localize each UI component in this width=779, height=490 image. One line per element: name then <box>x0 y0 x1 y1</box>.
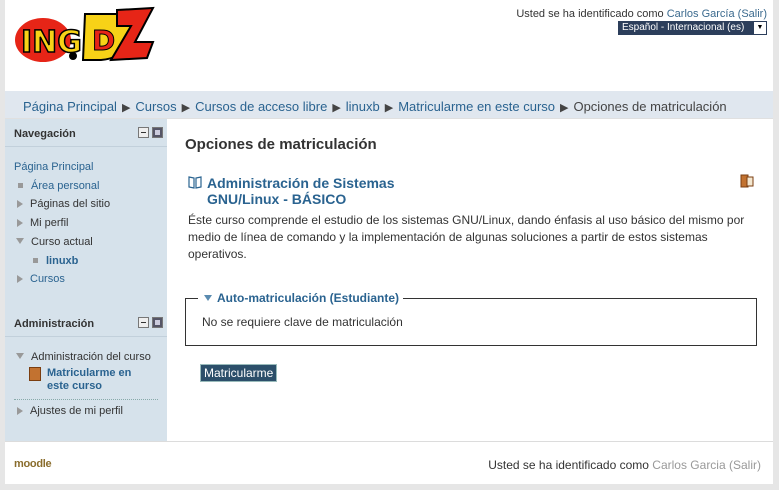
admin-block-title: Administración <box>14 318 95 330</box>
navbar: Página Principal ▶ Cursos ▶ Cursos de acceso… <box>5 91 773 119</box>
hide-block-icon[interactable] <box>138 127 149 138</box>
nav-item-my-profile[interactable]: Mi perfil <box>14 217 69 229</box>
expand-icon <box>17 407 23 415</box>
nav-item-current-course[interactable]: Curso actual <box>14 236 93 248</box>
course-title-line1: Administración de Sistemas <box>207 175 395 191</box>
expand-icon <box>17 219 23 227</box>
navigation-block-body: Página Principal Área personal Páginas d… <box>5 148 167 302</box>
moodle-logo[interactable]: moodle <box>14 458 52 470</box>
breadcrumb-separator-icon: ▶ <box>181 102 191 114</box>
breadcrumb-current: Opciones de matriculación <box>573 99 727 114</box>
course-title-line2: GNU/Linux - BÁSICO <box>207 191 347 207</box>
nav-home[interactable]: Página Principal <box>14 161 94 173</box>
admin-item-course-admin-label: Administración del curso <box>31 351 151 363</box>
course-title[interactable]: Administración de Sistemas GNU/Linux - B… <box>207 175 395 207</box>
breadcrumb-home[interactable]: Página Principal <box>23 99 117 114</box>
navigation-block-header: Navegación <box>5 119 167 147</box>
footer-logout-link[interactable]: (Salir) <box>729 458 761 472</box>
admin-block-header: Administración <box>5 309 167 337</box>
bullet-icon <box>18 183 23 188</box>
nav-item-courses-link[interactable]: Cursos <box>30 273 65 285</box>
login-info: Usted se ha identificado como Carlos Gar… <box>516 8 767 20</box>
admin-item-profile-settings[interactable]: Ajustes de mi perfil <box>14 405 123 417</box>
collapse-icon <box>204 295 212 301</box>
breadcrumb-separator-icon: ▶ <box>121 102 131 114</box>
admin-item-enrol-link[interactable]: Matricularme en este curso <box>47 367 149 393</box>
book-icon <box>188 176 202 189</box>
enrol-button[interactable]: Matricularme <box>200 364 278 382</box>
expand-icon <box>17 200 23 208</box>
nav-item-site-pages-label: Páginas del sitio <box>30 198 111 210</box>
enrol-icon <box>29 367 41 381</box>
footer-user-name-link[interactable]: Carlos Garcia <box>652 458 725 472</box>
language-select[interactable]: Español - Internacional (es) ▼ <box>618 21 767 35</box>
dock-block-icon[interactable] <box>152 317 163 328</box>
admin-item-profile-settings-label: Ajustes de mi perfil <box>30 405 123 417</box>
breadcrumb-courses[interactable]: Cursos <box>135 99 176 114</box>
collapse-icon <box>16 353 24 359</box>
nav-item-area-personal[interactable]: Área personal <box>14 180 100 192</box>
breadcrumb-separator-icon: ▶ <box>384 102 394 114</box>
main-content: Opciones de matriculación Administración… <box>167 119 773 441</box>
nav-item-site-pages[interactable]: Páginas del sitio <box>14 198 110 210</box>
self-enrolment-title: Auto-matriculación (Estudiante) <box>217 291 400 305</box>
breadcrumb: Página Principal ▶ Cursos ▶ Cursos de acceso… <box>23 99 727 114</box>
admin-block-body: Administración del curso Matricularme en… <box>5 338 167 441</box>
breadcrumb-enrol[interactable]: Matricularme en este curso <box>398 99 555 114</box>
user-name-link[interactable]: Carlos García <box>667 8 735 20</box>
page-title: Opciones de matriculación <box>185 136 377 153</box>
page-footer: moodle Usted se ha identificado como Car… <box>5 441 773 484</box>
breadcrumb-linuxb[interactable]: linuxb <box>346 99 380 114</box>
self-enrolment-legend[interactable]: Auto-matriculación (Estudiante) <box>198 291 404 305</box>
site-logo[interactable]: ING D <box>13 6 155 64</box>
hide-block-icon[interactable] <box>138 317 149 328</box>
navigation-block-title: Navegación <box>14 128 76 140</box>
nav-home-link[interactable]: Página Principal <box>14 161 94 173</box>
nav-item-linuxb-link[interactable]: linuxb <box>46 255 78 267</box>
admin-item-course-admin[interactable]: Administración del curso <box>14 351 151 363</box>
logout-link[interactable]: (Salir) <box>738 8 767 20</box>
collapse-icon <box>16 238 24 244</box>
course-summary: Éste curso comprende el estudio de los s… <box>188 213 745 261</box>
page-header: ING D Usted se ha identificado como Carl… <box>5 0 773 91</box>
breadcrumb-free-courses[interactable]: Cursos de acceso libre <box>195 99 327 114</box>
sidebar: Navegación Página Principal Área persona… <box>5 119 167 441</box>
dock-block-icon[interactable] <box>152 127 163 138</box>
breadcrumb-separator-icon: ▶ <box>332 102 341 114</box>
expand-icon <box>17 275 23 283</box>
footer-login-prefix: Usted se ha identificado como <box>488 458 653 472</box>
nav-item-current-course-label: Curso actual <box>31 236 93 248</box>
language-value: Español - Internacional (es) <box>622 22 745 33</box>
footer-login-info: Usted se ha identificado como Carlos Gar… <box>488 458 761 472</box>
login-prefix: Usted se ha identificado como <box>516 8 667 20</box>
enrolment-key-note: No se requiere clave de matriculación <box>202 315 403 329</box>
nav-item-area-personal-link[interactable]: Área personal <box>31 180 100 192</box>
page: ING D Usted se ha identificado como Carl… <box>5 0 773 484</box>
nav-item-linuxb[interactable]: linuxb <box>29 255 78 267</box>
bullet-icon <box>33 258 38 263</box>
nav-item-my-profile-label: Mi perfil <box>30 217 69 229</box>
self-enrolment-section: Auto-matriculación (Estudiante) No se re… <box>185 291 757 346</box>
chevron-down-icon: ▼ <box>754 22 766 34</box>
divider <box>14 399 158 400</box>
svg-text:D: D <box>92 24 115 57</box>
breadcrumb-separator-icon: ▶ <box>560 102 569 114</box>
self-enrol-icon <box>740 174 754 188</box>
admin-item-enrol[interactable]: Matricularme en este curso <box>29 367 149 393</box>
nav-item-courses[interactable]: Cursos <box>14 273 65 285</box>
